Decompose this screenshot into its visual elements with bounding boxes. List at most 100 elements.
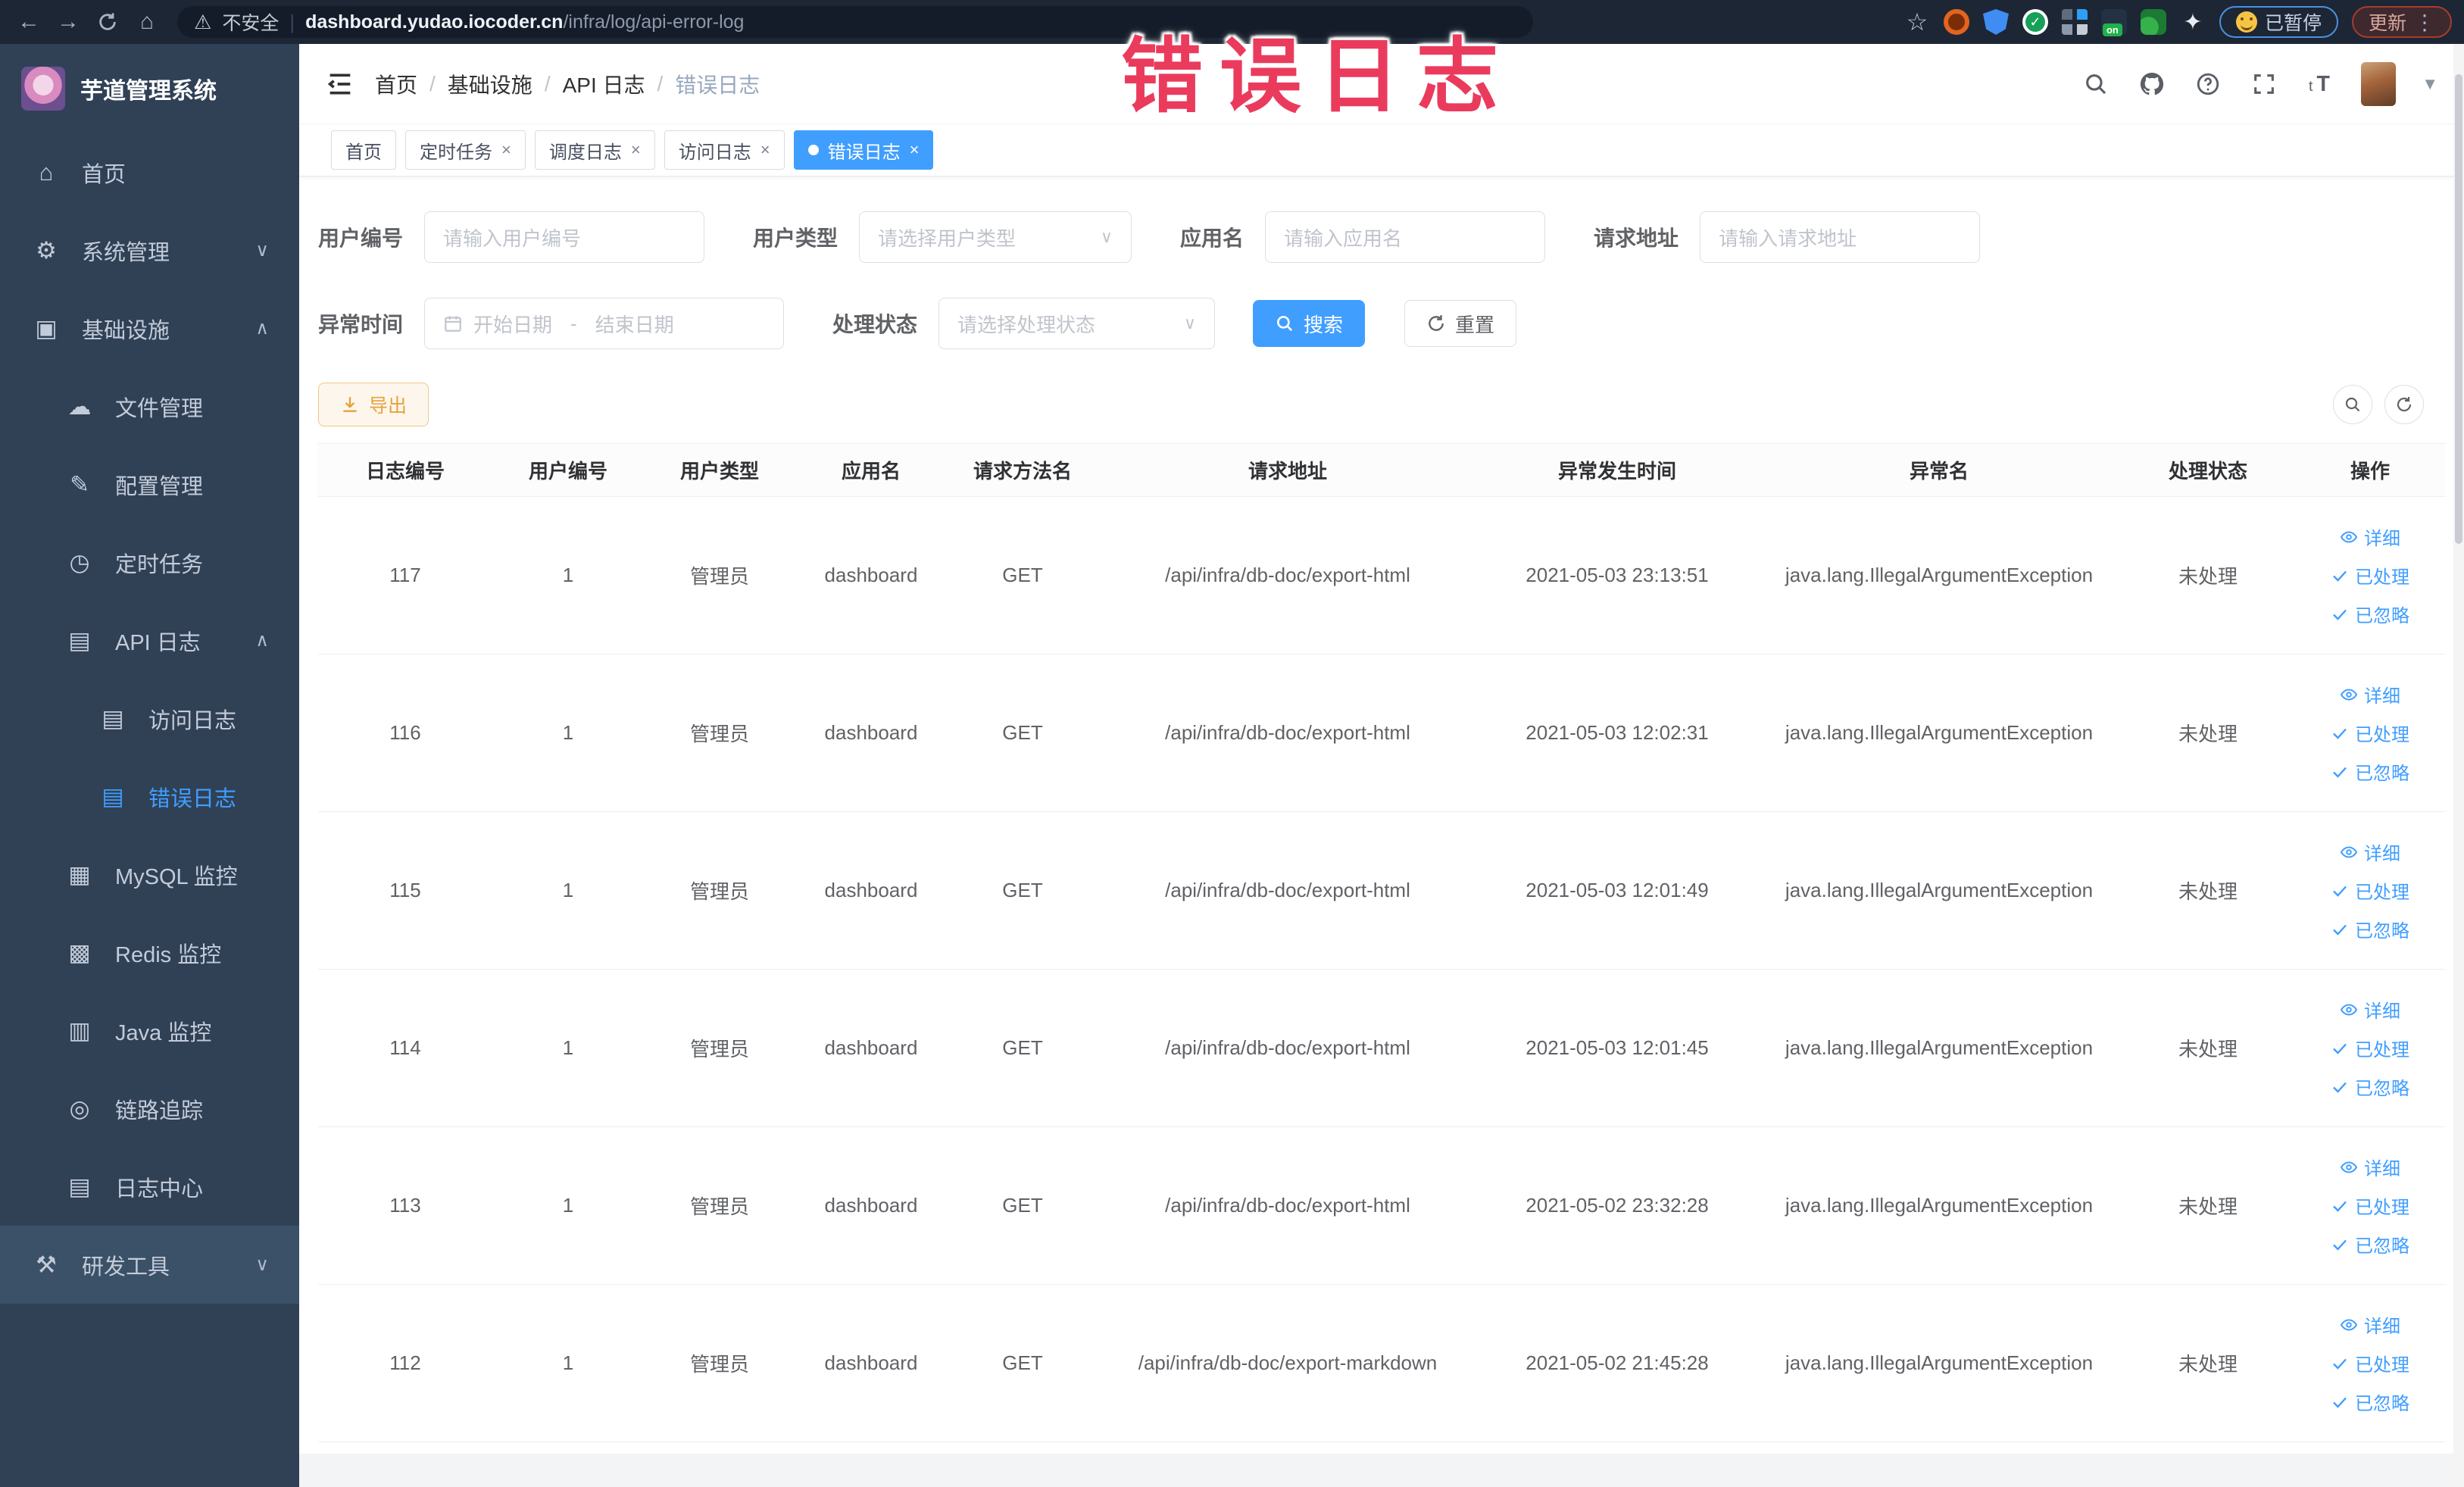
mark-processed-link[interactable]: 已处理 bbox=[2331, 1350, 2409, 1376]
github-icon[interactable] bbox=[2137, 69, 2167, 99]
cell-exception: java.lang.IllegalArgumentException bbox=[1757, 1284, 2121, 1442]
kebab-menu-icon[interactable]: ⋮ bbox=[2414, 10, 2435, 35]
mark-processed-link[interactable]: 已处理 bbox=[2331, 1035, 2409, 1061]
forward-icon[interactable]: → bbox=[52, 5, 85, 39]
bookmark-star-icon[interactable]: ☆ bbox=[1904, 8, 1930, 36]
sidebar-item-job[interactable]: ◷ 定时任务 bbox=[0, 523, 299, 601]
detail-link[interactable]: 详细 bbox=[2340, 839, 2400, 865]
sidebar-item-api-log[interactable]: ▤ API 日志 ∧ bbox=[0, 601, 299, 679]
mark-ignored-link[interactable]: 已忽略 bbox=[2331, 758, 2409, 785]
cell-method: GET bbox=[947, 969, 1098, 1127]
mark-processed-link[interactable]: 已处理 bbox=[2331, 877, 2409, 904]
sidebar-item-mysql[interactable]: ▦ MySQL 监控 bbox=[0, 836, 299, 914]
close-icon[interactable]: × bbox=[760, 140, 770, 160]
process-status-select[interactable]: 请选择处理状态 ∨ bbox=[938, 298, 1216, 349]
breadcrumb-item[interactable]: API 日志 bbox=[563, 69, 645, 99]
sidebar-item-dev-tools[interactable]: ⚒ 研发工具 ∨ bbox=[0, 1226, 299, 1304]
extension-grid-icon[interactable] bbox=[2061, 9, 2088, 35]
tab-调度日志[interactable]: 调度日志 × bbox=[534, 130, 655, 170]
user-type-select[interactable]: 请选择用户类型 ∨ bbox=[859, 211, 1132, 263]
cell-time: 2021-05-03 12:02:31 bbox=[1477, 654, 1757, 812]
detail-link[interactable]: 详细 bbox=[2340, 996, 2400, 1023]
user-avatar[interactable] bbox=[2361, 61, 2397, 106]
scrollbar-thumb[interactable] bbox=[2455, 74, 2462, 544]
extension-shield-icon[interactable] bbox=[1982, 9, 2009, 35]
sidebar-item-error-log[interactable]: ▤ 错误日志 bbox=[0, 758, 299, 836]
reload-icon[interactable] bbox=[91, 5, 124, 39]
document-icon: ▤ bbox=[68, 626, 91, 654]
sidebar-item-system[interactable]: ⚙ 系统管理 ∨ bbox=[0, 211, 299, 289]
mark-ignored-link[interactable]: 已忽略 bbox=[2331, 1389, 2409, 1415]
request-url-input[interactable]: 请输入请求地址 bbox=[1700, 211, 1981, 263]
breadcrumb-item[interactable]: 首页 bbox=[375, 69, 417, 99]
tab-定时任务[interactable]: 定时任务 × bbox=[405, 130, 526, 170]
detail-link[interactable]: 详细 bbox=[2340, 523, 2400, 550]
chevron-down-icon[interactable]: ▼ bbox=[2422, 74, 2438, 94]
sidebar-item-trace[interactable]: ◎ 链路追踪 bbox=[0, 1070, 299, 1148]
reset-button[interactable]: 重置 bbox=[1404, 300, 1517, 347]
export-button[interactable]: 导出 bbox=[318, 383, 429, 426]
table-body: 117 1 管理员 dashboard GET /api/infra/db-do… bbox=[318, 496, 2445, 1442]
back-icon[interactable]: ← bbox=[12, 5, 45, 39]
sidebar: 芋道管理系统 ⌂ 首页 ⚙ 系统管理 ∨ ▣ 基础设施 ∧ ☁ 文件管理 ✎ 配置管… bbox=[0, 44, 299, 1487]
search-button[interactable]: 搜索 bbox=[1253, 300, 1366, 347]
exception-time-label: 异常时间 bbox=[318, 313, 404, 336]
mark-processed-link[interactable]: 已处理 bbox=[2331, 1192, 2409, 1219]
user-id-input[interactable]: 请输入用户编号 bbox=[424, 211, 705, 263]
sidebar-item-home[interactable]: ⌂ 首页 bbox=[0, 133, 299, 211]
search-icon bbox=[2345, 397, 2360, 412]
mark-ignored-link[interactable]: 已忽略 bbox=[2331, 1231, 2409, 1257]
breadcrumb-item[interactable]: 基础设施 bbox=[448, 69, 532, 99]
extension-on-badge-icon[interactable]: on bbox=[2100, 9, 2127, 36]
calendar-icon bbox=[445, 316, 461, 332]
refresh-table-button[interactable] bbox=[2384, 385, 2424, 424]
mark-ignored-link[interactable]: 已忽略 bbox=[2331, 916, 2409, 942]
help-icon[interactable] bbox=[2193, 69, 2223, 99]
sidebar-logo[interactable]: 芋道管理系统 bbox=[0, 44, 299, 133]
cell-exception: java.lang.IllegalArgumentException bbox=[1757, 811, 2121, 970]
cell-actions: 详细 已处理 已忽略 bbox=[2295, 496, 2445, 654]
collapse-sidebar-icon[interactable] bbox=[325, 69, 355, 99]
paused-pill[interactable]: 已暂停 bbox=[2219, 6, 2338, 38]
extension-leaf-icon[interactable] bbox=[2140, 9, 2166, 35]
fullscreen-icon[interactable] bbox=[2249, 69, 2279, 99]
extension-v-icon[interactable]: ✓ bbox=[2022, 9, 2048, 35]
url-host: dashboard.yudao.iocoder.cn bbox=[305, 11, 564, 33]
update-button[interactable]: 更新 ⋮ bbox=[2351, 6, 2452, 38]
tab-访问日志[interactable]: 访问日志 × bbox=[664, 130, 785, 170]
sidebar-item-java[interactable]: ▥ Java 监控 bbox=[0, 992, 299, 1070]
detail-link[interactable]: 详细 bbox=[2340, 1311, 2400, 1338]
sidebar-item-access-log[interactable]: ▤ 访问日志 bbox=[0, 679, 299, 758]
sidebar-item-log-center[interactable]: ▤ 日志中心 bbox=[0, 1148, 299, 1226]
ignored-label: 已忽略 bbox=[2355, 764, 2409, 784]
close-icon[interactable]: × bbox=[631, 140, 641, 160]
sidebar-item-infra[interactable]: ▣ 基础设施 ∧ bbox=[0, 289, 299, 367]
sidebar-item-label: 首页 bbox=[82, 162, 126, 187]
close-icon[interactable]: × bbox=[910, 140, 920, 160]
breadcrumb-item[interactable]: 错误日志 bbox=[675, 69, 760, 99]
tab-首页[interactable]: 首页 bbox=[331, 130, 396, 170]
sidebar-item-config[interactable]: ✎ 配置管理 bbox=[0, 445, 299, 523]
gear-icon: ⚙ bbox=[36, 236, 57, 264]
mark-processed-link[interactable]: 已处理 bbox=[2331, 720, 2409, 746]
mark-processed-link[interactable]: 已处理 bbox=[2331, 562, 2409, 589]
detail-link[interactable]: 详细 bbox=[2340, 1154, 2400, 1180]
sidebar-item-redis[interactable]: ▩ Redis 监控 bbox=[0, 914, 299, 992]
home-icon[interactable]: ⌂ bbox=[130, 5, 164, 39]
tab-错误日志[interactable]: 错误日志 × bbox=[793, 130, 934, 170]
sidebar-item-file[interactable]: ☁ 文件管理 bbox=[0, 367, 299, 445]
app-name-input[interactable]: 请输入应用名 bbox=[1265, 211, 1546, 263]
font-size-icon[interactable]: tT bbox=[2305, 69, 2335, 99]
extension-puzzle-icon[interactable]: ✦ bbox=[2180, 9, 2206, 35]
close-icon[interactable]: × bbox=[501, 140, 511, 160]
detail-link[interactable]: 详细 bbox=[2340, 681, 2400, 708]
mark-ignored-link[interactable]: 已忽略 bbox=[2331, 601, 2409, 627]
search-toggle-button[interactable] bbox=[2333, 385, 2372, 424]
mark-ignored-link[interactable]: 已忽略 bbox=[2331, 1073, 2409, 1100]
column-header: 日志编号 bbox=[318, 443, 492, 497]
extension-orange-icon[interactable] bbox=[1943, 9, 1969, 35]
exception-time-range-input[interactable]: 开始日期 - 结束日期 bbox=[424, 298, 785, 349]
page-scrollbar[interactable] bbox=[2453, 44, 2464, 1487]
processed-label: 已处理 bbox=[2355, 1198, 2409, 1218]
search-icon[interactable] bbox=[2081, 69, 2111, 99]
